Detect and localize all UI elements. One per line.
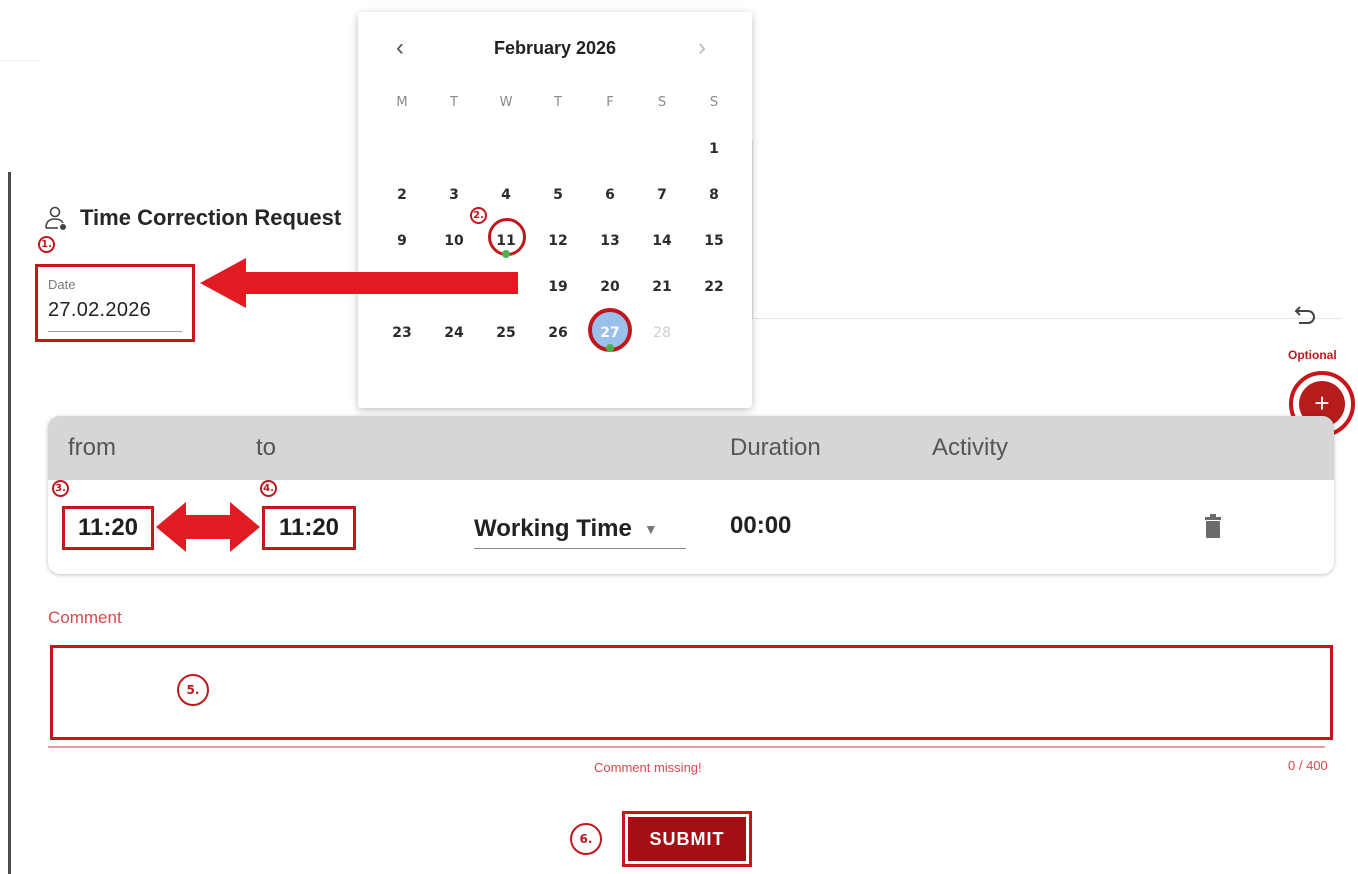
calendar-day[interactable]: 3 — [428, 184, 480, 230]
weekday-label: T — [554, 95, 562, 110]
calendar-week: 2 3 4 5 6 7 8 — [376, 184, 740, 230]
calendar-day[interactable]: 15 — [688, 230, 740, 276]
annotation-marker-3: 3. — [52, 480, 69, 497]
undo-icon[interactable] — [1293, 302, 1319, 328]
optional-label: Optional — [1288, 348, 1337, 362]
double-arrow-icon — [156, 502, 260, 552]
chevron-down-icon: ▼ — [643, 521, 658, 537]
calendar-day[interactable]: 13 — [584, 230, 636, 276]
calendar-day-selected[interactable]: 27 — [584, 308, 636, 368]
calendar-day-empty — [376, 138, 428, 184]
activity-value: Working Time — [474, 515, 632, 542]
arrow-left-icon — [200, 258, 518, 308]
calendar-grid: M T W T F S S 1 2 3 4 5 6 7 8 9 10 11 12… — [376, 92, 740, 368]
weekday-label: M — [396, 95, 408, 110]
column-header-to: to — [256, 434, 277, 461]
calendar-day[interactable]: 23 — [376, 322, 428, 368]
calendar-day[interactable]: 26 — [532, 322, 584, 368]
from-time-input[interactable]: 11:20 — [62, 506, 154, 550]
comment-label: Comment — [48, 608, 122, 627]
calendar-day-label: 11 — [496, 233, 516, 249]
calendar-day[interactable]: 21 — [636, 276, 688, 322]
calendar-day[interactable]: 14 — [636, 230, 688, 276]
comment-error-message: Comment missing! — [594, 760, 702, 775]
person-icon — [45, 206, 66, 230]
to-time-input[interactable]: 11:20 — [262, 506, 356, 550]
calendar-week: 1 — [376, 138, 740, 184]
annotation-marker-5: 5. — [177, 674, 209, 706]
page-title: Time Correction Request — [80, 205, 342, 230]
duration-value: 00:00 — [730, 512, 792, 539]
weekday-label: F — [606, 95, 614, 110]
calendar-day[interactable]: 7 — [636, 184, 688, 230]
calendar-day[interactable]: 2 — [376, 184, 428, 230]
background-divider — [752, 140, 753, 318]
submit-label: SUBMIT — [628, 817, 746, 861]
calendar-day[interactable]: 22 — [688, 276, 740, 322]
calendar-day[interactable]: 19 — [532, 276, 584, 322]
calendar-day[interactable]: 25 — [480, 322, 532, 368]
calendar-month-label[interactable]: February 2026 — [358, 38, 752, 59]
date-value[interactable]: 27.02.2026 — [48, 299, 151, 322]
weekday-label: T — [450, 95, 458, 110]
calendar-day[interactable]: 8 — [688, 184, 740, 230]
date-underline — [48, 331, 182, 332]
comment-underline — [48, 746, 1325, 748]
comment-input[interactable]: 5. — [50, 645, 1333, 740]
calendar-day[interactable]: 5 — [532, 184, 584, 230]
calendar-day-empty — [584, 138, 636, 184]
calendar-day-empty — [532, 138, 584, 184]
entry-indicator-dot — [606, 344, 614, 352]
calendar-day-empty — [688, 322, 740, 368]
calendar-day[interactable]: 24 — [428, 322, 480, 368]
calendar-day[interactable]: 12 — [532, 230, 584, 276]
page-header: Time Correction Request — [44, 204, 341, 232]
calendar-week: 23 24 25 26 27 28 — [376, 308, 740, 368]
annotation-marker-1: 1. — [38, 236, 55, 253]
entry-indicator-dot — [502, 250, 510, 258]
left-border — [8, 172, 11, 874]
activity-select[interactable]: Working Time ▼ — [474, 510, 686, 549]
weekday-header-row: M T W T F S S — [376, 92, 740, 138]
annotation-marker-4: 4. — [260, 480, 277, 497]
column-header-from: from — [68, 434, 116, 461]
weekday-label: S — [657, 95, 667, 110]
background-divider — [752, 318, 1342, 319]
background-divider — [0, 60, 40, 61]
calendar-day-disabled: 28 — [653, 325, 671, 341]
calendar-day-empty — [480, 138, 532, 184]
annotation-marker-2: 2. — [470, 207, 487, 224]
column-header-activity: Activity — [932, 434, 1009, 461]
calendar-day[interactable]: 6 — [584, 184, 636, 230]
table-header: from to Duration Activity — [48, 416, 1334, 480]
date-label: Date — [48, 277, 76, 292]
calendar-day-label: 27 — [600, 325, 620, 341]
column-header-duration: Duration — [730, 434, 821, 461]
calendar-day-empty — [428, 138, 480, 184]
calendar-day-empty — [636, 138, 688, 184]
date-picker-popup: ‹ February 2026 › M T W T F S S 1 2 3 4 … — [358, 12, 752, 408]
calendar-day[interactable]: 1 — [688, 138, 740, 184]
annotation-marker-6: 6. — [570, 823, 602, 855]
submit-button[interactable]: SUBMIT — [622, 811, 752, 867]
chevron-right-icon[interactable]: › — [698, 34, 706, 62]
weekday-label: W — [499, 95, 513, 110]
trash-icon[interactable] — [1204, 514, 1222, 538]
weekday-label: S — [709, 95, 719, 110]
comment-char-counter: 0 / 400 — [1288, 758, 1328, 773]
date-field[interactable]: Date 27.02.2026 — [35, 264, 195, 342]
